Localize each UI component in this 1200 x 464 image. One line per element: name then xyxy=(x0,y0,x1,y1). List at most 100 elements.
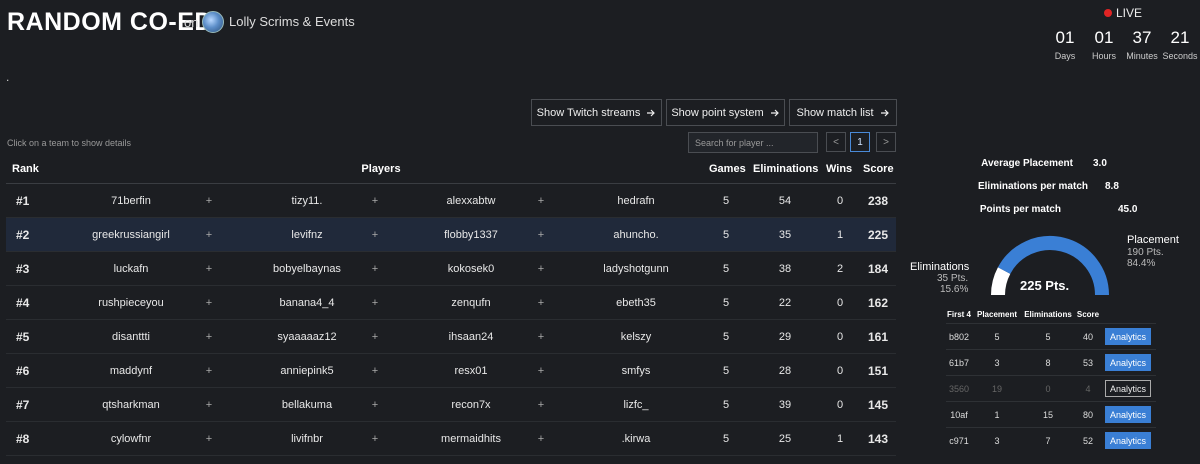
gauge-placement-percent: 84.4% xyxy=(1127,258,1156,269)
match-score: 53 xyxy=(1082,357,1093,368)
team-rank: #3 xyxy=(16,261,30,276)
match-placement: 3 xyxy=(994,435,1000,446)
player-name: bobyelbaynas xyxy=(273,262,341,275)
match-row: 61b7 3 8 53 Analytics xyxy=(946,349,1156,375)
header-score: Score xyxy=(863,162,894,175)
stat-average-placement-value: 3.0 xyxy=(1093,158,1107,169)
header-eliminations: Eliminations xyxy=(753,162,819,175)
stat-points-per-match-value: 45.0 xyxy=(1118,204,1138,215)
plus-separator: + xyxy=(205,296,213,309)
gauge-placement-label: Placement xyxy=(1127,234,1179,246)
table-row[interactable]: #4 rushpieceyou + banana4_4 + zenqufn + ebeth35… xyxy=(6,286,896,320)
analytics-button[interactable]: Analytics xyxy=(1105,380,1151,397)
page-title: RANDOM CO-ED xyxy=(7,8,213,36)
header-games: Games xyxy=(709,162,746,175)
plus-separator: + xyxy=(205,262,213,275)
arrow-right-icon xyxy=(647,109,656,116)
match-header-placement: Placement xyxy=(976,309,1018,319)
analytics-button[interactable]: Analytics xyxy=(1105,432,1151,449)
match-header-score: Score xyxy=(1076,309,1100,319)
team-eliminations: 29 xyxy=(778,330,792,343)
team-score: 238 xyxy=(867,193,889,208)
stat-average-placement-label: Average Placement xyxy=(981,158,1073,169)
table-row[interactable]: #8 cylowfnr + livifnbr + mermaidhits + .kirwa 5 2… xyxy=(6,422,896,456)
player-name: ahuncho. xyxy=(613,228,659,241)
pagination-prev-button[interactable]: < xyxy=(826,132,846,152)
player-name: recon7x xyxy=(451,398,491,411)
countdown-hours: 01 Hours xyxy=(1091,28,1116,61)
analytics-button[interactable]: Analytics xyxy=(1105,406,1151,423)
player-name: hedrafn xyxy=(617,194,655,207)
countdown-minutes: 37 Minutes xyxy=(1126,28,1158,61)
plus-separator: + xyxy=(537,228,545,241)
table-row[interactable]: #5 disanttti + syaaaaaz12 + ihsaan24 + kelszy 5 2… xyxy=(6,320,896,354)
player-name: cylowfnr xyxy=(110,432,152,445)
team-games: 5 xyxy=(722,296,730,309)
table-row[interactable]: #1 71berfin + tizy11. + alexxabtw + hedrafn 5 54 0… xyxy=(6,184,896,218)
team-games: 5 xyxy=(722,330,730,343)
player-name: tizy11. xyxy=(291,194,323,207)
player-search-input[interactable] xyxy=(688,132,818,153)
show-match-list-button[interactable]: Show match list xyxy=(789,99,897,126)
gauge-elims-arc xyxy=(991,267,1011,296)
live-label: LIVE xyxy=(1116,6,1143,20)
team-rank: #7 xyxy=(16,397,30,412)
plus-separator: + xyxy=(371,194,379,207)
description-text: . xyxy=(6,70,10,84)
pagination-page-1[interactable]: 1 xyxy=(850,132,870,152)
player-name: greekrussiangirl xyxy=(92,228,170,241)
team-score: 161 xyxy=(867,329,889,344)
table-row[interactable]: #6 maddynf + anniepink5 + resx01 + smfys 5 28 0 151 xyxy=(6,354,896,388)
team-wins: 2 xyxy=(836,262,844,275)
click-team-hint: Click on a team to show details xyxy=(7,138,132,148)
match-placement: 1 xyxy=(994,409,1000,420)
player-name: anniepink5 xyxy=(280,364,334,377)
plus-separator: + xyxy=(205,228,213,241)
table-header: Rank Players Games Eliminations Wins Sco… xyxy=(6,154,896,184)
player-name: maddynf xyxy=(109,364,153,377)
plus-separator: + xyxy=(205,330,213,343)
player-name: bellakuma xyxy=(281,398,333,411)
team-eliminations: 25 xyxy=(778,432,792,445)
match-placement: 5 xyxy=(994,331,1000,342)
gauge-elims-percent: 15.6% xyxy=(940,284,969,295)
player-name: kokosek0 xyxy=(447,262,495,275)
plus-separator: + xyxy=(205,194,213,207)
table-row[interactable]: #7 qtsharkman + bellakuma + recon7x + lizfc_ 5 39… xyxy=(6,388,896,422)
plus-separator: + xyxy=(371,262,379,275)
org-logo-icon[interactable] xyxy=(202,11,224,33)
plus-separator: + xyxy=(205,364,213,377)
show-point-system-button[interactable]: Show point system xyxy=(666,99,785,126)
match-eliminations: 15 xyxy=(1042,409,1053,420)
table-row[interactable]: #2 greekrussiangirl + levifnz + flobby1337 + ah… xyxy=(6,218,896,252)
analytics-button[interactable]: Analytics xyxy=(1105,354,1151,371)
plus-separator: + xyxy=(537,330,545,343)
match-eliminations: 0 xyxy=(1045,383,1051,394)
team-games: 5 xyxy=(722,432,730,445)
analytics-button[interactable]: Analytics xyxy=(1105,328,1151,345)
match-eliminations: 5 xyxy=(1045,331,1051,342)
match-eliminations: 8 xyxy=(1045,357,1051,368)
plus-separator: + xyxy=(371,432,379,445)
plus-separator: + xyxy=(537,432,545,445)
countdown-days: 01 Days xyxy=(1054,28,1076,61)
live-dot-icon xyxy=(1104,9,1112,17)
gauge-elims-points: 35 Pts. xyxy=(937,273,969,284)
show-twitch-streams-button[interactable]: Show Twitch streams xyxy=(531,99,662,126)
team-score: 184 xyxy=(867,261,889,276)
team-games: 5 xyxy=(722,398,730,411)
player-name: qtsharkman xyxy=(102,398,160,411)
plus-separator: + xyxy=(205,432,213,445)
match-eliminations: 7 xyxy=(1045,435,1051,446)
table-row[interactable]: #3 luckafn + bobyelbaynas + kokosek0 + ladyshot… xyxy=(6,252,896,286)
team-eliminations: 38 xyxy=(778,262,792,275)
pagination-next-button[interactable]: > xyxy=(876,132,896,152)
plus-separator: + xyxy=(371,296,379,309)
team-games: 5 xyxy=(722,228,730,241)
match-id: c971 xyxy=(949,435,969,446)
player-name: smfys xyxy=(621,364,651,377)
team-score: 162 xyxy=(867,295,889,310)
player-name: syaaaaaz12 xyxy=(277,330,337,343)
player-name: 71berfin xyxy=(111,194,151,207)
org-name-link[interactable]: Lolly Scrims & Events xyxy=(229,14,355,29)
